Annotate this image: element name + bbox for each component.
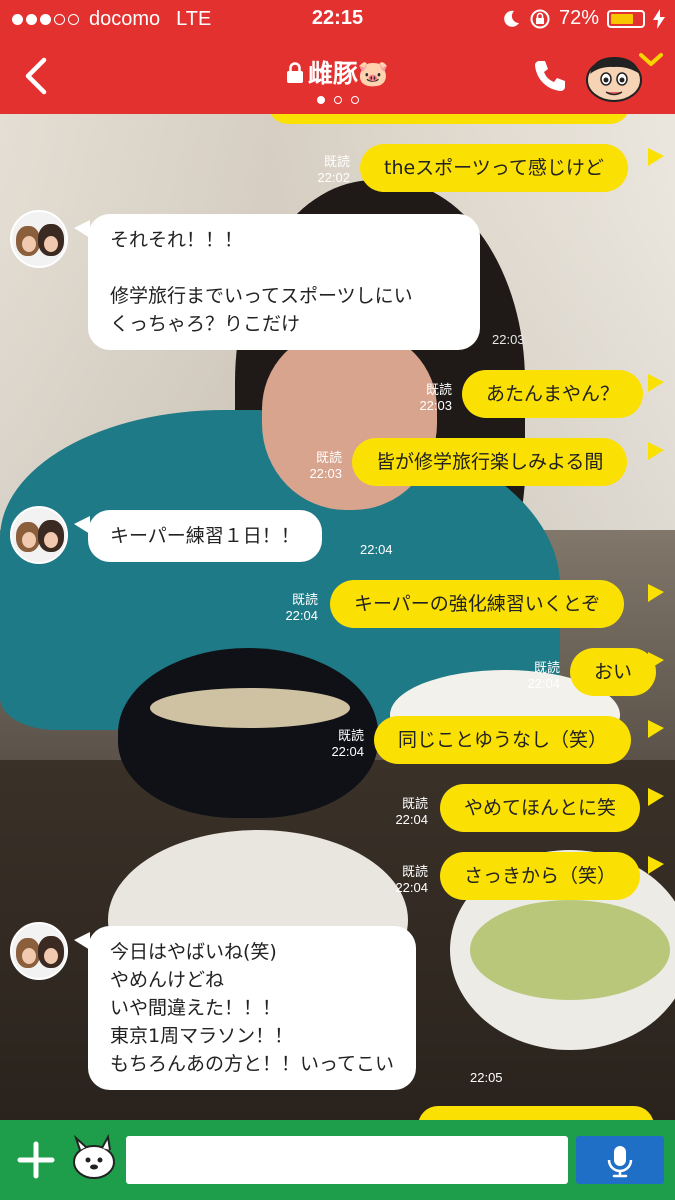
message-time: 22:02 [317, 170, 350, 185]
sticker-icon[interactable] [66, 1134, 118, 1182]
read-label: 既読 [425, 382, 452, 397]
battery-icon [607, 9, 645, 28]
chat-title[interactable]: 雌豚🐷 [0, 54, 675, 90]
plus-icon[interactable] [16, 1140, 56, 1180]
avatar[interactable] [10, 922, 68, 980]
message-bubble-outgoing[interactable]: キーパーの強化練習いくとぞ [330, 580, 625, 628]
read-label: 既読 [533, 660, 560, 675]
message-time: 22:05 [470, 1070, 503, 1085]
read-label: 既読 [337, 728, 364, 743]
bubble-tail [648, 720, 664, 738]
microphone-icon [607, 1146, 633, 1178]
message-input-bar [0, 1120, 675, 1200]
bubble-tail [648, 856, 664, 874]
read-label: 既読 [401, 864, 428, 879]
message-bubble-outgoing[interactable]: おい [570, 648, 657, 696]
read-receipt: 既読 22:04 [500, 660, 560, 692]
read-label: 既読 [323, 154, 350, 169]
chat-header: 雌豚🐷 [0, 38, 675, 114]
message-time: 22:04 [285, 608, 318, 623]
voice-message-button[interactable] [576, 1136, 664, 1184]
read-receipt: 既読 22:03 [392, 382, 452, 414]
message-time: 22:04 [331, 744, 364, 759]
read-receipt: 既読 22:04 [368, 864, 428, 896]
bubble-tail [648, 148, 664, 166]
message-bubble-partial [418, 1106, 654, 1120]
phone-icon[interactable] [530, 56, 570, 96]
message-bubble-incoming[interactable]: キーパー練習１日！！ [88, 510, 322, 562]
message-bubble-outgoing[interactable]: やめてほんとに笑 [440, 784, 641, 832]
message-bubble-partial [268, 114, 630, 124]
message-time: 22:03 [492, 332, 525, 347]
message-time: 22:03 [419, 398, 452, 413]
bubble-tail [648, 442, 664, 460]
read-label: 既読 [401, 796, 428, 811]
read-receipt: 既読 22:04 [258, 592, 318, 624]
bubble-tail [648, 788, 664, 806]
bubble-tail [648, 584, 664, 602]
read-label: 既読 [315, 450, 342, 465]
read-receipt: 既読 22:03 [282, 450, 342, 482]
message-bubble-outgoing[interactable]: あたんまやん？ [462, 370, 644, 418]
message-bubble-outgoing[interactable]: 同じことゆうなし（笑） [374, 716, 632, 764]
message-time: 22:04 [527, 676, 560, 691]
message-time: 22:04 [360, 542, 393, 557]
chevron-down-icon[interactable] [638, 50, 664, 70]
message-input[interactable] [126, 1136, 568, 1184]
bubble-tail [648, 374, 664, 392]
chat-messages[interactable]: 既読 22:02 theスポーツって感じけど それそれ！！！ 修学旅行までいって… [0, 114, 675, 1120]
avatar[interactable] [10, 506, 68, 564]
read-receipt: 既読 22:04 [368, 796, 428, 828]
charging-icon [653, 8, 665, 29]
avatar[interactable] [10, 210, 68, 268]
page-indicator [0, 96, 675, 104]
message-bubble-incoming[interactable]: それそれ！！！ 修学旅行までいってスポーツしにい くっちゃろ？りこだけ [88, 214, 480, 350]
read-receipt: 既読 22:04 [304, 728, 364, 760]
message-bubble-outgoing[interactable]: さっきから（笑） [440, 852, 641, 900]
page-dot [350, 96, 359, 104]
crayon-shin-chan-avatar-icon[interactable] [584, 52, 646, 102]
page-dot [333, 96, 342, 104]
read-receipt: 既読 22:02 [290, 154, 350, 186]
message-bubble-outgoing[interactable]: 皆が修学旅行楽しみよる間 [352, 438, 628, 486]
do-not-disturb-icon [504, 10, 519, 27]
read-label: 既読 [291, 592, 318, 607]
message-time: 22:04 [395, 812, 428, 827]
page-dot-active [316, 96, 325, 104]
message-bubble-incoming[interactable]: 今日はやばいね(笑) やめんけどね いや間違えた！！！ 東京1周マラソン！！ も… [88, 926, 417, 1090]
message-bubble-outgoing[interactable]: theスポーツって感じけど [360, 144, 628, 192]
chat-title-text: 雌豚🐷 [307, 59, 390, 88]
status-right: 72% [501, 7, 665, 30]
message-time: 22:04 [395, 880, 428, 895]
status-bar: docomo LTE 22:15 72% [0, 0, 675, 38]
lock-icon [286, 62, 303, 83]
message-time: 22:03 [309, 466, 342, 481]
battery-percent: 72% [558, 7, 599, 29]
bubble-tail [648, 652, 664, 670]
rotation-lock-icon [530, 9, 550, 28]
